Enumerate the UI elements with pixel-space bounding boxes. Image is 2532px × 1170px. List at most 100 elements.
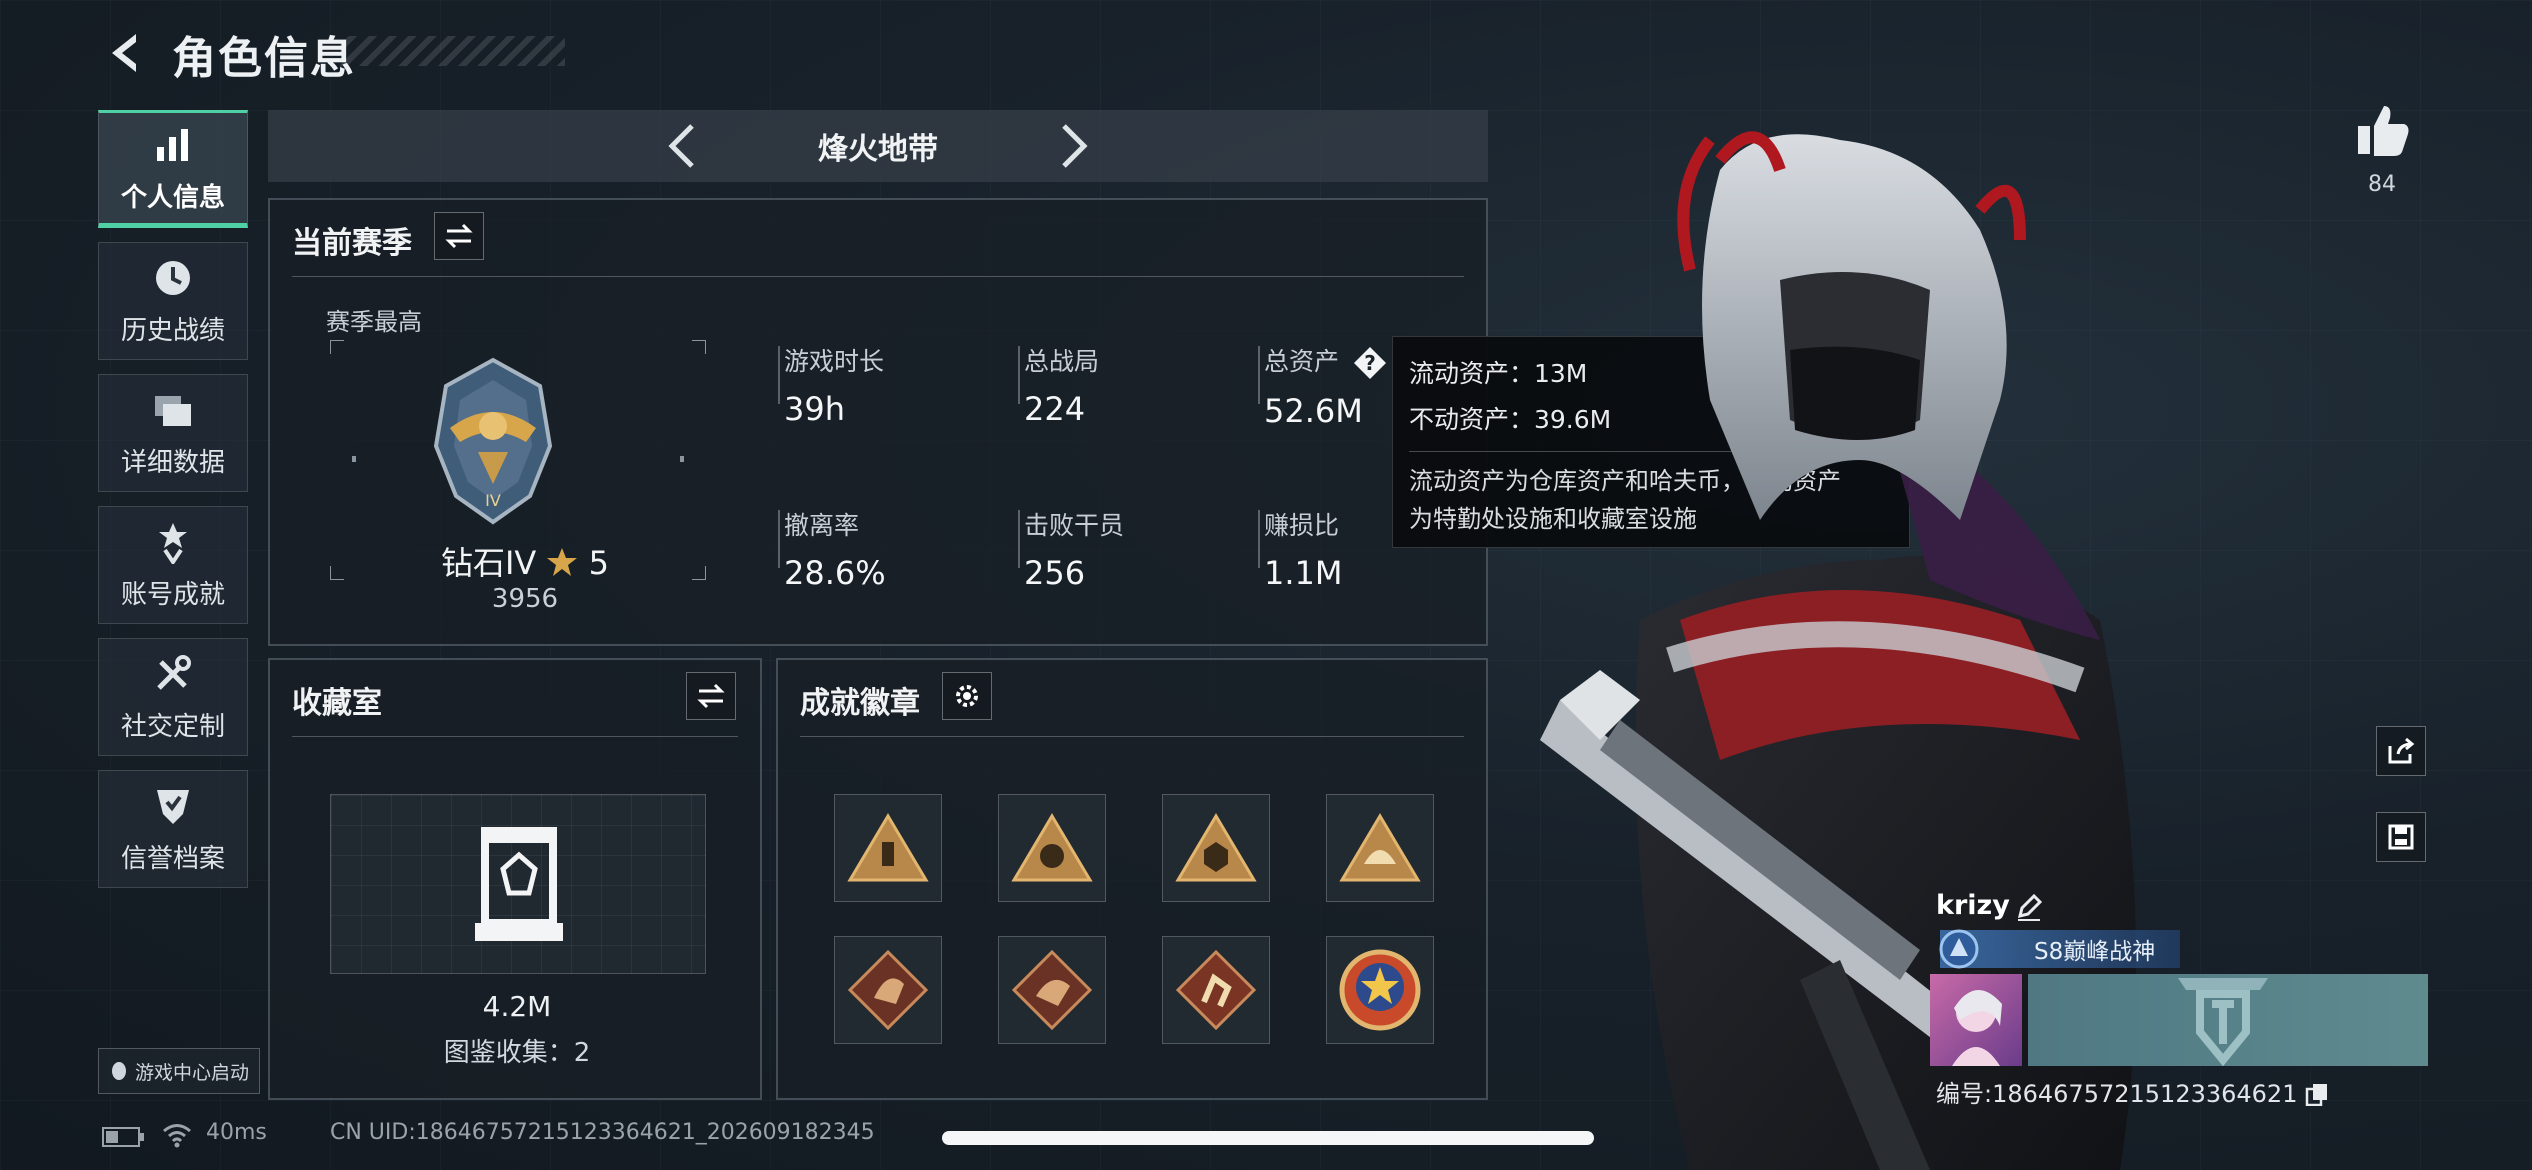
chevron-left-icon[interactable]	[658, 120, 708, 172]
nav-item-personal-info[interactable]: 个人信息	[98, 110, 248, 228]
stat-divider	[1018, 510, 1020, 568]
badge-item[interactable]	[834, 794, 942, 902]
stat-value: 256	[1024, 554, 1086, 592]
panel-divider	[800, 736, 1464, 737]
nav-item-social-custom[interactable]: 社交定制	[98, 638, 248, 756]
copy-icon[interactable]	[2305, 1082, 2329, 1107]
stat-value: 224	[1024, 390, 1086, 428]
diamond-rank-emblem-icon: IV	[433, 357, 553, 525]
clock-icon	[156, 260, 190, 295]
badge-item[interactable]	[998, 936, 1106, 1044]
bar-chart-icon	[157, 128, 188, 161]
triangle-hex-badge-icon	[1175, 813, 1257, 882]
page-title: 角色信息	[172, 33, 356, 84]
nav-label: 账号成就	[120, 579, 225, 610]
switch-season-button[interactable]	[434, 212, 484, 260]
uid-readout: CN UID:18646757215123364621_202609182345	[330, 1120, 875, 1145]
avatar[interactable]	[1930, 974, 2022, 1066]
back-arrow-icon[interactable]	[100, 28, 150, 78]
nav-label: 信誉档案	[120, 843, 225, 874]
nav-label: 历史战绩	[120, 315, 225, 346]
switch-collection-button[interactable]	[686, 672, 736, 720]
badge-item[interactable]	[1162, 936, 1270, 1044]
stat-play-time: 游戏时长 39h	[784, 342, 1004, 428]
badge-settings-button[interactable]	[942, 672, 992, 720]
star-emblem-badge-icon	[1339, 949, 1421, 1031]
ping-readout: 40ms	[206, 1120, 267, 1145]
panel-divider	[292, 276, 1464, 277]
collection-value: 4.2M	[482, 990, 552, 1023]
chevron-right-icon[interactable]	[1048, 120, 1098, 172]
badge-item[interactable]	[998, 794, 1106, 902]
nameplate-emblem-icon	[2178, 978, 2268, 1067]
nav-item-reputation[interactable]: 信誉档案	[98, 770, 248, 888]
game-center-launch-button[interactable]: 游戏中心启动	[98, 1048, 260, 1094]
season-best-label: 赛季最高	[326, 308, 422, 336]
edit-pencil-icon[interactable]	[2014, 892, 2044, 922]
qq-icon	[111, 1062, 126, 1080]
swap-arrows-icon	[445, 223, 473, 249]
home-indicator[interactable]	[942, 1131, 1594, 1145]
nav-item-achievements[interactable]: 账号成就	[98, 506, 248, 624]
shield-check-icon	[157, 789, 189, 824]
stat-label: 击败干员	[1024, 511, 1125, 540]
battery-icon	[102, 1127, 144, 1147]
nameplate-card[interactable]	[2028, 974, 2428, 1067]
player-id-row: 编号:18646757215123364621	[1936, 1074, 2329, 1109]
collection-count: 图鉴收集：2	[443, 1038, 591, 1068]
stat-divider	[778, 346, 780, 404]
rank-name: 钻石IV	[440, 544, 537, 582]
player-title-banner: S8巅峰战神	[1939, 929, 2180, 969]
share-icon	[2388, 737, 2415, 764]
collection-preview[interactable]	[330, 794, 706, 974]
collection-room-panel: 收藏室 4.2M 图鉴收集：2	[268, 658, 762, 1100]
triangle-usb-badge-icon	[847, 813, 929, 882]
game-center-label: 游戏中心启动	[134, 1061, 249, 1084]
help-question-icon[interactable]: ?	[1353, 346, 1387, 380]
wifi-icon	[163, 1124, 191, 1148]
save-icon	[2388, 824, 2414, 850]
diamond-runner-badge-icon	[1175, 949, 1257, 1031]
avatar-portrait-icon	[1952, 989, 2002, 1066]
current-season-panel: 当前赛季 赛季最高 IV 钻石IV 5 3956 游戏时长 39h 总战局 22…	[268, 198, 1488, 646]
thumbs-up-icon[interactable]	[2352, 100, 2412, 160]
stat-value: 1.1M	[1264, 554, 1343, 592]
rank-score: 3956	[491, 584, 559, 614]
nav-item-detailed-data[interactable]: 详细数据	[98, 374, 248, 492]
nav-item-history[interactable]: 历史战绩	[98, 242, 248, 360]
save-button[interactable]	[2376, 812, 2426, 862]
season-title: 当前赛季	[292, 226, 412, 261]
badge-item[interactable]	[1326, 794, 1434, 902]
stat-divider	[1018, 346, 1020, 404]
diamond-dragon-badge-icon	[1011, 949, 1093, 1031]
share-button[interactable]	[2376, 726, 2426, 776]
stat-label: 撤离率	[784, 511, 860, 540]
nav-label: 详细数据	[120, 447, 225, 478]
stat-total-matches: 总战局 224	[1024, 342, 1244, 428]
collection-title: 收藏室	[292, 686, 382, 721]
stat-kills: 击败干员 256	[1024, 506, 1244, 592]
medal-icon	[159, 522, 187, 564]
rank-name-row: 钻石IV 5	[270, 538, 780, 584]
stat-divider	[1258, 346, 1260, 404]
achievement-badges-panel: 成就徽章	[776, 658, 1488, 1100]
svg-text:?: ?	[1364, 351, 1376, 375]
badge-item[interactable]	[1326, 936, 1434, 1044]
stat-value: 39h	[784, 390, 845, 428]
mode-title: 烽火地带	[818, 132, 938, 167]
stat-label: 总战局	[1024, 347, 1100, 376]
stat-divider	[1258, 510, 1260, 568]
player-title: S8巅峰战神	[2034, 939, 2156, 965]
triangle-mask-badge-icon	[1011, 813, 1093, 882]
rank-stars: 5	[588, 544, 610, 582]
nav-label: 个人信息	[120, 182, 225, 213]
stat-extract-rate: 撤离率 28.6%	[784, 506, 1004, 592]
panel-divider	[292, 736, 738, 737]
triangle-shell-badge-icon	[1339, 813, 1421, 882]
badge-item[interactable]	[834, 936, 942, 1044]
badge-item[interactable]	[1162, 794, 1270, 902]
tools-icon	[157, 654, 191, 690]
player-name: krizy	[1936, 890, 2010, 921]
mode-selector: 烽火地带	[268, 110, 1488, 182]
nav-label: 社交定制	[120, 711, 225, 742]
